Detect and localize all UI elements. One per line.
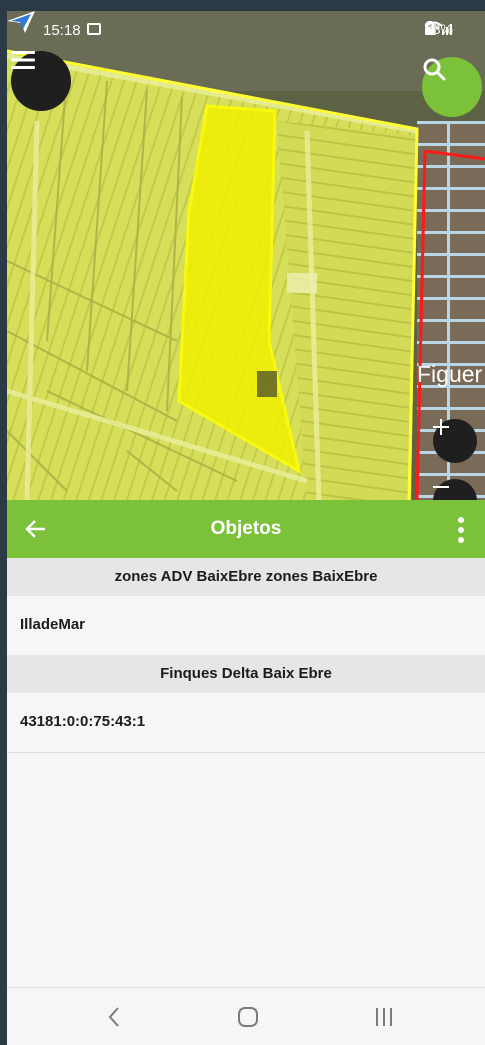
status-icons: 48% [424, 21, 453, 37]
more-options-button[interactable] [453, 516, 469, 544]
location-arrow-icon [7, 11, 35, 33]
nav-recents-icon [376, 1008, 392, 1026]
back-button[interactable] [21, 514, 51, 544]
nav-recents-button[interactable] [359, 1000, 409, 1034]
map-place-label: Figuer [417, 361, 483, 387]
status-time: 15:18 [43, 22, 81, 39]
more-vert-icon [458, 517, 464, 543]
image-icon [87, 23, 101, 35]
plus-icon [433, 419, 449, 435]
list-item-label: IlladeMar [20, 616, 86, 633]
list-divider [7, 752, 485, 753]
nav-back-icon [108, 1007, 119, 1027]
nav-back-button[interactable] [89, 1000, 139, 1034]
search-button[interactable] [422, 57, 482, 117]
back-arrow-icon [25, 520, 45, 538]
menu-button[interactable] [11, 51, 71, 111]
minus-icon [433, 486, 449, 488]
system-nav-bar [7, 987, 485, 1045]
app-toolbar: Objetos [7, 500, 485, 558]
map-view[interactable]: 15:18 48% Figuer [7, 11, 485, 501]
nav-home-icon [238, 1007, 258, 1027]
section-header: Finques Delta Baix Ebre [7, 655, 485, 693]
battery-icon [424, 21, 435, 35]
satellite-map [7, 11, 485, 501]
status-bar: 15:18 48% [7, 11, 485, 51]
menu-icon [11, 51, 35, 69]
search-icon [423, 58, 446, 81]
nav-home-button[interactable] [223, 1000, 273, 1034]
toolbar-title: Objetos [210, 518, 282, 539]
list-item[interactable]: 43181:0:0:75:43:1 [7, 693, 485, 751]
section-header: zones ADV BaixEbre zones BaixEbre [7, 558, 485, 596]
list-item-label: 43181:0:0:75:43:1 [20, 713, 146, 730]
list-item[interactable]: IlladeMar [7, 596, 485, 654]
zoom-in-button[interactable] [433, 419, 477, 463]
app-screen: 15:18 48% Figuer Objetos zones ADV BaixE… [7, 11, 485, 1045]
